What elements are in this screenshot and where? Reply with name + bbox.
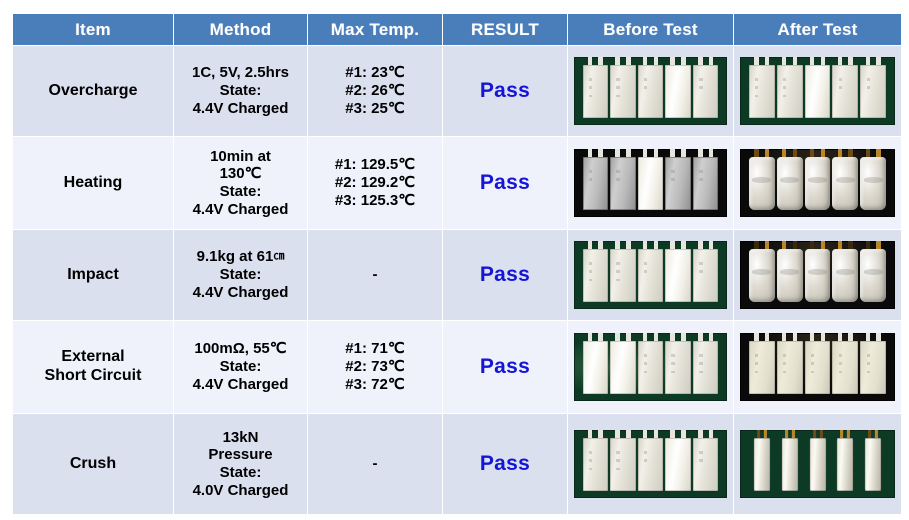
- item-label: Heating: [63, 173, 123, 191]
- cell-max-temp: #1: 71℃ #2: 73℃ #3: 72℃: [308, 321, 442, 413]
- method-line: 13kN: [222, 428, 259, 446]
- method-line: State:: [219, 358, 262, 376]
- cell-result: Pass: [443, 230, 567, 320]
- status-badge: Pass: [479, 170, 531, 194]
- status-badge: Pass: [479, 78, 531, 102]
- cell-before-test-photo: [568, 414, 733, 514]
- temp-line: #3: 72℃: [345, 375, 405, 393]
- before-test-image: [574, 430, 727, 498]
- method-line: State:: [219, 266, 262, 284]
- cell-method: 1C, 5V, 2.5hrs State: 4.4V Charged: [174, 46, 307, 136]
- cell-after-test-photo: [734, 46, 901, 136]
- cell-method: 100mΩ, 55℃ State: 4.4V Charged: [174, 321, 307, 413]
- method-line: State:: [219, 464, 262, 481]
- item-label: Overcharge: [48, 81, 138, 99]
- method-line: 4.4V Charged: [192, 200, 289, 218]
- table-row: Impact 9.1kg at 61㎝ State: 4.4V Charged …: [13, 230, 901, 320]
- table-header: Item Method Max Temp. RESULT Before Test…: [13, 14, 901, 45]
- cell-item: Overcharge: [13, 46, 173, 136]
- cell-item: External Short Circuit: [13, 321, 173, 413]
- temp-line: #1: 129.5℃: [334, 156, 416, 174]
- safety-test-results-table: Item Method Max Temp. RESULT Before Test…: [12, 13, 902, 515]
- column-header-after-test: After Test: [734, 14, 901, 45]
- temp-line: #3: 25℃: [345, 99, 405, 117]
- method-line: 1C, 5V, 2.5hrs: [191, 64, 289, 82]
- cell-before-test-photo: [568, 46, 733, 136]
- temp-line: -: [372, 455, 378, 473]
- method-line: 130℃: [219, 165, 262, 183]
- column-header-before-test: Before Test: [568, 14, 733, 45]
- temp-line: #3: 125.3℃: [334, 191, 416, 209]
- column-header-method: Method: [174, 14, 307, 45]
- before-test-image: [574, 333, 727, 401]
- column-header-item: Item: [13, 14, 173, 45]
- item-label-line: External: [61, 348, 125, 366]
- temp-line: #1: 23℃: [345, 64, 405, 82]
- unit-cm: ㎝: [273, 250, 285, 263]
- cell-after-test-photo: [734, 414, 901, 514]
- page-root: { "table": { "headers": [ { "key": "item…: [0, 0, 909, 520]
- cell-method: 9.1kg at 61㎝ State: 4.4V Charged: [174, 230, 307, 320]
- method-line: 10min at: [210, 147, 271, 165]
- cell-result: Pass: [443, 46, 567, 136]
- cell-max-temp: #1: 129.5℃ #2: 129.2℃ #3: 125.3℃: [308, 137, 442, 229]
- cell-method: 13kN Pressure State: 4.0V Charged: [174, 414, 307, 514]
- cell-before-test-photo: [568, 230, 733, 320]
- cell-after-test-photo: [734, 321, 901, 413]
- method-line: 9.1kg at 61㎝: [177, 248, 304, 266]
- method-line: 4.4V Charged: [192, 375, 289, 393]
- table-row: Heating 10min at 130℃ State: 4.4V Charge…: [13, 137, 901, 229]
- method-line: 4.4V Charged: [192, 99, 289, 117]
- column-header-max-temp: Max Temp.: [308, 14, 442, 45]
- table-row: Crush 13kN Pressure State: 4.0V Charged …: [13, 414, 901, 514]
- cell-result: Pass: [443, 137, 567, 229]
- status-badge: Pass: [479, 451, 531, 475]
- method-line: 4.0V Charged: [192, 481, 289, 499]
- header-row: Item Method Max Temp. RESULT Before Test…: [13, 14, 901, 45]
- cell-method: 10min at 130℃ State: 4.4V Charged: [174, 137, 307, 229]
- after-test-image: [740, 149, 895, 217]
- after-test-image: [740, 430, 895, 498]
- after-test-image: [740, 333, 895, 401]
- cell-result: Pass: [443, 414, 567, 514]
- temp-line: #2: 129.2℃: [334, 174, 416, 192]
- after-test-image: [740, 57, 895, 125]
- cell-item: Heating: [13, 137, 173, 229]
- method-line: 4.4V Charged: [192, 283, 289, 301]
- before-test-image: [574, 57, 727, 125]
- cell-before-test-photo: [568, 321, 733, 413]
- cell-result: Pass: [443, 321, 567, 413]
- temp-line: #2: 73℃: [345, 358, 405, 376]
- status-badge: Pass: [479, 354, 531, 378]
- temp-line: #1: 71℃: [345, 340, 405, 358]
- cell-max-temp: -: [308, 414, 442, 514]
- before-test-image: [574, 241, 727, 309]
- cell-after-test-photo: [734, 230, 901, 320]
- method-line: 100mΩ, 55℃: [194, 340, 287, 358]
- cell-max-temp: #1: 23℃ #2: 26℃ #3: 25℃: [308, 46, 442, 136]
- table-row: Overcharge 1C, 5V, 2.5hrs State: 4.4V Ch…: [13, 46, 901, 136]
- cell-after-test-photo: [734, 137, 901, 229]
- item-label: Crush: [69, 454, 117, 472]
- cell-max-temp: -: [308, 230, 442, 320]
- cell-before-test-photo: [568, 137, 733, 229]
- method-line: State:: [219, 183, 262, 200]
- status-badge: Pass: [479, 262, 531, 286]
- table-row: External Short Circuit 100mΩ, 55℃ State:…: [13, 321, 901, 413]
- temp-line: #2: 26℃: [345, 82, 405, 100]
- item-label-line: Short Circuit: [44, 367, 142, 384]
- table-body: Overcharge 1C, 5V, 2.5hrs State: 4.4V Ch…: [13, 46, 901, 514]
- cell-item: Impact: [13, 230, 173, 320]
- method-text: 9.1kg at 61: [196, 248, 274, 266]
- temp-line: -: [372, 266, 378, 284]
- column-header-result: RESULT: [443, 14, 567, 45]
- before-test-image: [574, 149, 727, 217]
- method-line: State:: [219, 82, 262, 100]
- cell-item: Crush: [13, 414, 173, 514]
- item-label: Impact: [67, 265, 119, 283]
- method-line: Pressure: [208, 446, 273, 464]
- after-test-image: [740, 241, 895, 309]
